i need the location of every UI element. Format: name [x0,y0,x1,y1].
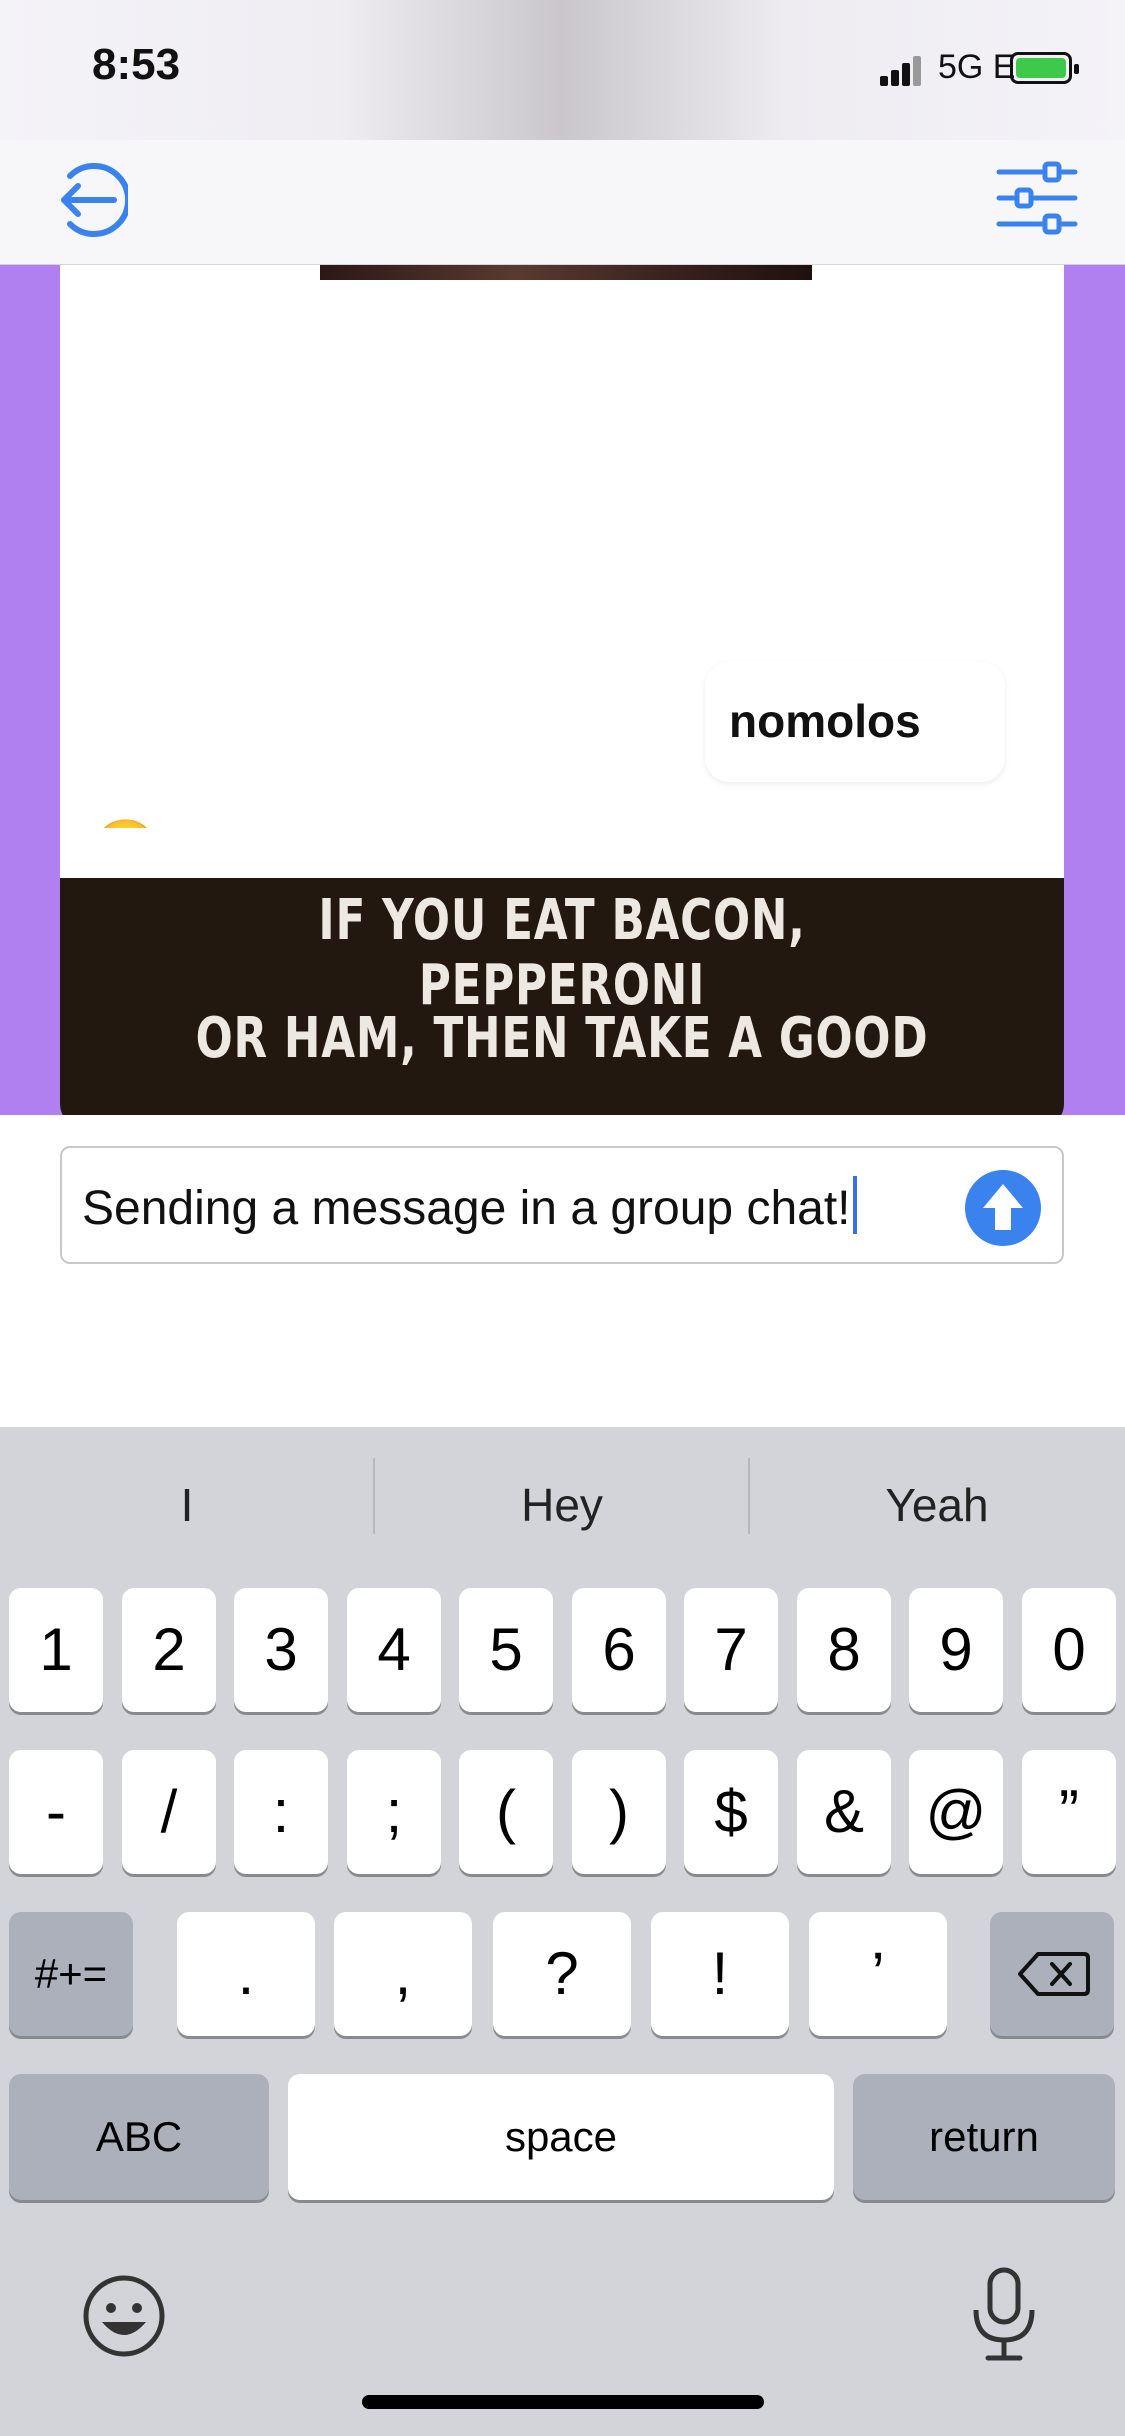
key[interactable]: ” [1022,1750,1116,1874]
sliders-icon [996,161,1078,235]
key[interactable]: ? [493,1912,631,2036]
back-button[interactable] [48,160,131,240]
message-photo[interactable] [320,265,812,280]
image-caption-line: OR HAM, THEN TAKE A GOOD [195,1006,929,1071]
key[interactable]: 6 [572,1588,666,1712]
key[interactable]: ( [459,1750,553,1874]
message-input-text[interactable]: Sending a message in a group chat! [82,1176,857,1236]
backspace-icon [1018,1952,1090,1996]
key[interactable]: , [334,1912,472,2036]
image-caption-line: IF YOU EAT BACON, PEPPERONI [318,888,806,1018]
chat-feed[interactable]: 😋 nomolos IF YOU EAT BACON, PEPPERONI OR… [0,265,1125,1115]
battery-icon [1010,52,1079,84]
key[interactable]: 9 [909,1588,1003,1712]
delete-key[interactable] [990,1912,1114,2036]
filter-button[interactable] [995,156,1079,240]
key[interactable]: / [122,1750,216,1874]
key[interactable]: 8 [797,1588,891,1712]
space-key[interactable]: space [288,2074,834,2200]
suggestion-item[interactable]: Yeah [750,1478,1124,1532]
key[interactable]: 5 [459,1588,553,1712]
message-input-value: Sending a message in a group chat! [82,1182,851,1235]
message-card[interactable]: IF YOU EAT BACON, PEPPERONI OR HAM, THEN… [60,828,1064,1115]
key[interactable]: ’ [809,1912,947,2036]
key[interactable]: & [797,1750,891,1874]
smiley-icon [83,2275,165,2357]
symbols-mode-key[interactable]: #+= [9,1912,133,2036]
signal-icon [880,56,921,86]
key[interactable]: 4 [347,1588,441,1712]
nav-bar [0,140,1125,265]
abc-key[interactable]: ABC [9,2074,269,2200]
suggestion-item[interactable]: Hey [375,1478,749,1532]
text-caret [852,1176,857,1234]
exit-arrow-icon [61,163,131,237]
key[interactable]: . [177,1912,315,2036]
arrow-up-icon [983,1184,1023,1230]
key[interactable]: ! [651,1912,789,2036]
key[interactable]: 7 [684,1588,778,1712]
network-label: 5G E [938,48,1016,86]
key[interactable]: ; [347,1750,441,1874]
key[interactable]: 2 [122,1588,216,1712]
return-key[interactable]: return [853,2074,1115,2200]
home-indicator [362,2395,764,2409]
sender-username[interactable]: nomolos [705,662,1005,782]
key[interactable]: ) [572,1750,666,1874]
key[interactable]: @ [909,1750,1003,1874]
microphone-icon [973,2267,1035,2361]
message-image[interactable]: IF YOU EAT BACON, PEPPERONI OR HAM, THEN… [60,878,1064,1115]
key[interactable]: $ [684,1750,778,1874]
dictation-button[interactable] [966,2264,1042,2364]
key[interactable]: 3 [234,1588,328,1712]
key[interactable]: : [234,1750,328,1874]
send-button[interactable] [965,1170,1041,1246]
key[interactable]: 1 [9,1588,103,1712]
key[interactable]: 0 [1022,1588,1116,1712]
emoji-button[interactable] [80,2272,168,2360]
suggestion-item[interactable]: I [0,1478,374,1532]
key[interactable]: - [9,1750,103,1874]
status-time: 8:53 [92,40,181,89]
